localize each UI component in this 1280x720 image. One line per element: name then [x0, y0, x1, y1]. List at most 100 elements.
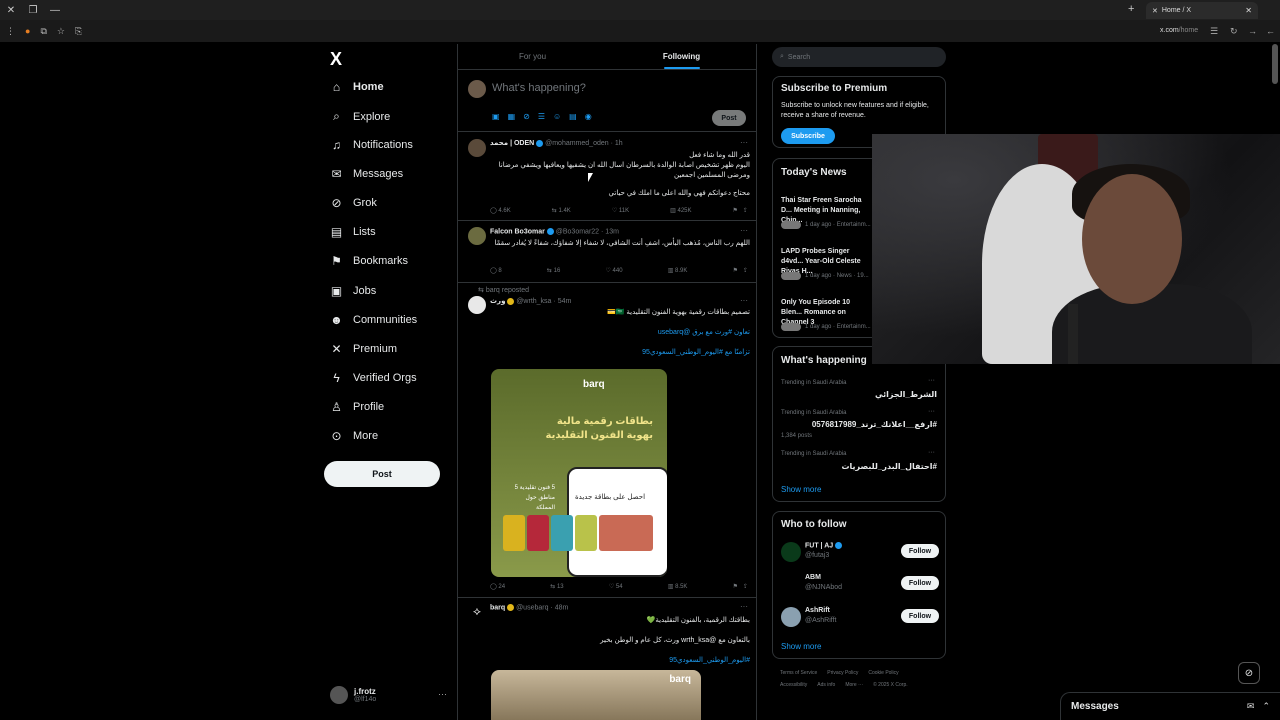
post-button[interactable]: Post	[324, 461, 440, 487]
forward-icon[interactable]: →	[1248, 26, 1257, 36]
nav-item-messages[interactable]: ✉ Messages	[330, 167, 403, 181]
like-button[interactable]: ♡ 440	[605, 267, 622, 274]
views-button[interactable]: ▥ 425K	[670, 207, 691, 214]
reply-button[interactable]: ◯ 4.6K	[490, 207, 511, 214]
follow-suggestion[interactable]: ABM @NJNAbod Follow	[781, 572, 939, 596]
bookmark-icon[interactable]: ⚑ ⇪	[733, 267, 748, 274]
trend-name[interactable]: #احتفال_البدر_للبصريات	[841, 462, 937, 471]
repost-button[interactable]: ⇆ 13	[550, 583, 563, 590]
tweet-media-image[interactable]: barq بطاقات رقمية مالية بهوية الفنون الت…	[491, 369, 667, 577]
avatar[interactable]	[468, 139, 486, 157]
reply-button[interactable]: ◯ 8	[490, 267, 502, 274]
tweet-time[interactable]: 54m	[558, 298, 572, 305]
schedule-icon[interactable]: ▤	[569, 112, 577, 121]
nav-item-verified-orgs[interactable]: ϟ Verified Orgs	[330, 371, 416, 385]
like-button[interactable]: ♡ 11K	[612, 207, 629, 214]
tweet-time[interactable]: 48m	[555, 604, 569, 611]
footer-link[interactable]: Ads info	[817, 682, 835, 688]
account-switcher[interactable]: j.frotz @lf14o	[330, 686, 376, 704]
emoji-icon[interactable]: ☺	[553, 112, 561, 121]
account-more-icon[interactable]: ···	[438, 689, 447, 699]
repost-button[interactable]: ⇆ 1.4K	[552, 207, 571, 214]
footer-link[interactable]: Accessibility	[780, 682, 807, 688]
tweet-more-icon[interactable]: ···	[740, 226, 748, 235]
browser-tab-home[interactable]: ✕ Home / X ✕	[1146, 2, 1258, 19]
trend-name[interactable]: الشرط_الجزائي	[875, 390, 937, 399]
new-message-icon[interactable]: ✉	[1247, 701, 1255, 712]
avatar[interactable]	[468, 296, 486, 314]
messages-drawer[interactable]: Messages ✉ ⌃	[1060, 692, 1280, 720]
tweet-time[interactable]: 13m	[605, 228, 619, 235]
tweet-author[interactable]: barq	[490, 604, 505, 611]
minimize-window-icon[interactable]: —	[44, 5, 66, 16]
tab-following[interactable]: Following	[607, 44, 756, 69]
follow-button[interactable]: Follow	[901, 544, 939, 558]
tweet[interactable]: محمد | ODEN @mohammed_oden · 1h ··· قدر …	[458, 133, 756, 221]
nav-item-more[interactable]: ⊙ More	[330, 429, 378, 443]
show-more-link[interactable]: Show more	[781, 642, 821, 651]
footer-link[interactable]: Terms of Service	[780, 670, 817, 676]
tab-close-icon[interactable]: ✕	[1245, 6, 1252, 15]
address-bar[interactable]: x.com/home	[1160, 27, 1198, 34]
gif-icon[interactable]: ▦	[508, 112, 516, 121]
trend-more-icon[interactable]: ···	[928, 449, 935, 456]
tweet-handle[interactable]: @Bo3omar22	[556, 228, 599, 235]
barq-logo-icon[interactable]: ⟡	[468, 604, 486, 622]
subscribe-button[interactable]: Subscribe	[781, 128, 835, 144]
footer-link[interactable]: Privacy Policy	[827, 670, 858, 676]
nav-item-lists[interactable]: ▤ Lists	[330, 225, 376, 239]
suggestion-name[interactable]: ABM	[805, 574, 821, 581]
close-window-icon[interactable]: ✕	[0, 5, 22, 16]
tweet-more-icon[interactable]: ···	[740, 602, 748, 611]
location-icon[interactable]: ◉	[585, 112, 592, 121]
show-more-link[interactable]: Show more	[781, 485, 821, 494]
tweet-more-icon[interactable]: ···	[740, 138, 748, 147]
trend-name[interactable]: #ارفع__اعلانك_ترند_0576817989	[812, 420, 937, 429]
menu-icon[interactable]: ⋮	[6, 26, 15, 37]
nav-item-bookmarks[interactable]: ⚑ Bookmarks	[330, 254, 408, 268]
grok-icon[interactable]: ⊘	[1238, 662, 1260, 684]
repost-button[interactable]: ⇆ 16	[547, 267, 560, 274]
follow-button[interactable]: Follow	[901, 609, 939, 623]
suggestion-name[interactable]: AshRift	[805, 607, 830, 614]
nav-item-premium[interactable]: ✕ Premium	[330, 342, 397, 356]
follow-suggestion[interactable]: FUT | AJ @futaj3 Follow	[781, 540, 939, 564]
footer-link[interactable]: Cookie Policy	[868, 670, 898, 676]
tweet[interactable]: ⟡ barq @usebarq · 48m ··· بطاقتك الرقمية…	[458, 598, 756, 720]
new-tab-button[interactable]: +	[1128, 3, 1134, 15]
tab-for-you[interactable]: For you	[458, 44, 607, 69]
tweet-media-image[interactable]: barq	[491, 670, 701, 720]
tweet-more-icon[interactable]: ···	[740, 296, 748, 305]
like-button[interactable]: ♡ 54	[609, 583, 623, 590]
grok-icon[interactable]: ⊘	[523, 112, 530, 121]
screenshot-icon[interactable]: ⎘	[75, 26, 82, 37]
nav-item-notifications[interactable]: ♫ Notifications	[330, 138, 413, 152]
tweet-line[interactable]: تزامنًا مع #اليوم_الوطني_السعودي95	[490, 348, 750, 358]
tweet-handle[interactable]: @mohammed_oden	[545, 140, 609, 147]
tweet[interactable]: Falcon Bo3omar @Bo3omar22 · 13m ··· الله…	[458, 221, 756, 283]
tweet-line[interactable]: تعاون #ورث مع برق @usebarq	[490, 328, 750, 338]
views-button[interactable]: ▥ 8.9K	[668, 267, 688, 274]
tweet-time[interactable]: 1h	[615, 140, 623, 147]
extensions-icon[interactable]: ⧉	[40, 26, 46, 37]
image-icon[interactable]: ▣	[492, 112, 500, 121]
reply-button[interactable]: ◯ 24	[490, 583, 505, 590]
nav-item-home[interactable]: ⌂ Home	[330, 80, 384, 94]
restore-window-icon[interactable]: ❐	[22, 5, 44, 16]
tweet-author[interactable]: محمد | ODEN	[490, 140, 534, 147]
bookmark-icon[interactable]: ⚑ ⇪	[733, 583, 748, 590]
search-input[interactable]: ⌕ Search	[772, 47, 946, 67]
trend-more-icon[interactable]: ···	[928, 408, 935, 415]
x-logo-icon[interactable]: X	[330, 49, 342, 70]
expand-icon[interactable]: ⌃	[1262, 701, 1270, 712]
follow-suggestion[interactable]: AshRift @AshRifft Follow	[781, 605, 939, 629]
follow-button[interactable]: Follow	[901, 576, 939, 590]
tune-icon[interactable]: ☰	[1210, 26, 1218, 37]
reposted-by[interactable]: barq reposted	[486, 287, 529, 294]
suggestion-name[interactable]: FUT | AJ	[805, 542, 843, 549]
avatar[interactable]	[781, 574, 801, 594]
nav-item-profile[interactable]: ♙ Profile	[330, 400, 384, 414]
scrollbar[interactable]	[1272, 44, 1278, 84]
trend-more-icon[interactable]: ···	[928, 377, 935, 384]
tweet-line[interactable]: #اليوم_الوطني_السعودي95	[490, 656, 750, 666]
